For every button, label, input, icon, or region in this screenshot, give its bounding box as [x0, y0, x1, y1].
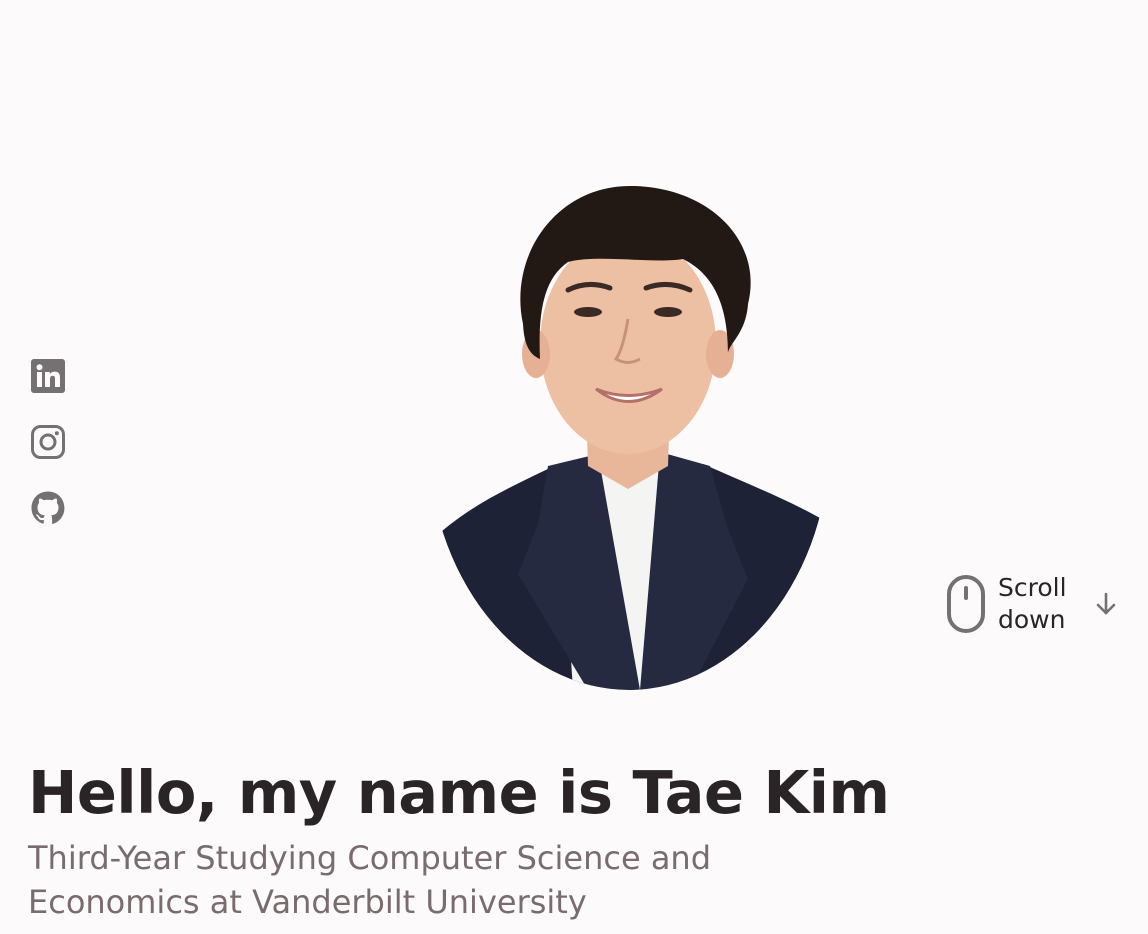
portrait-illustration	[428, 184, 830, 690]
profile-photo	[428, 184, 830, 690]
github-icon	[31, 491, 65, 524]
instagram-link[interactable]	[30, 424, 66, 460]
hero-subtitle: Third-Year Studying Computer Science and…	[28, 839, 712, 921]
social-links	[30, 358, 66, 526]
mouse-icon	[946, 574, 986, 634]
linkedin-link[interactable]	[30, 358, 66, 394]
linkedin-icon	[31, 359, 65, 393]
home-page: Scroll down Hello, my name is Tae Kim Th…	[0, 0, 1148, 934]
hero-title: Hello, my name is Tae Kim	[28, 758, 890, 827]
instagram-icon	[31, 425, 65, 459]
github-link[interactable]	[30, 490, 66, 526]
scroll-down-button[interactable]: Scroll down	[946, 572, 1120, 636]
arrow-down-icon	[1092, 590, 1120, 618]
scroll-down-label: Scroll down	[998, 573, 1067, 634]
